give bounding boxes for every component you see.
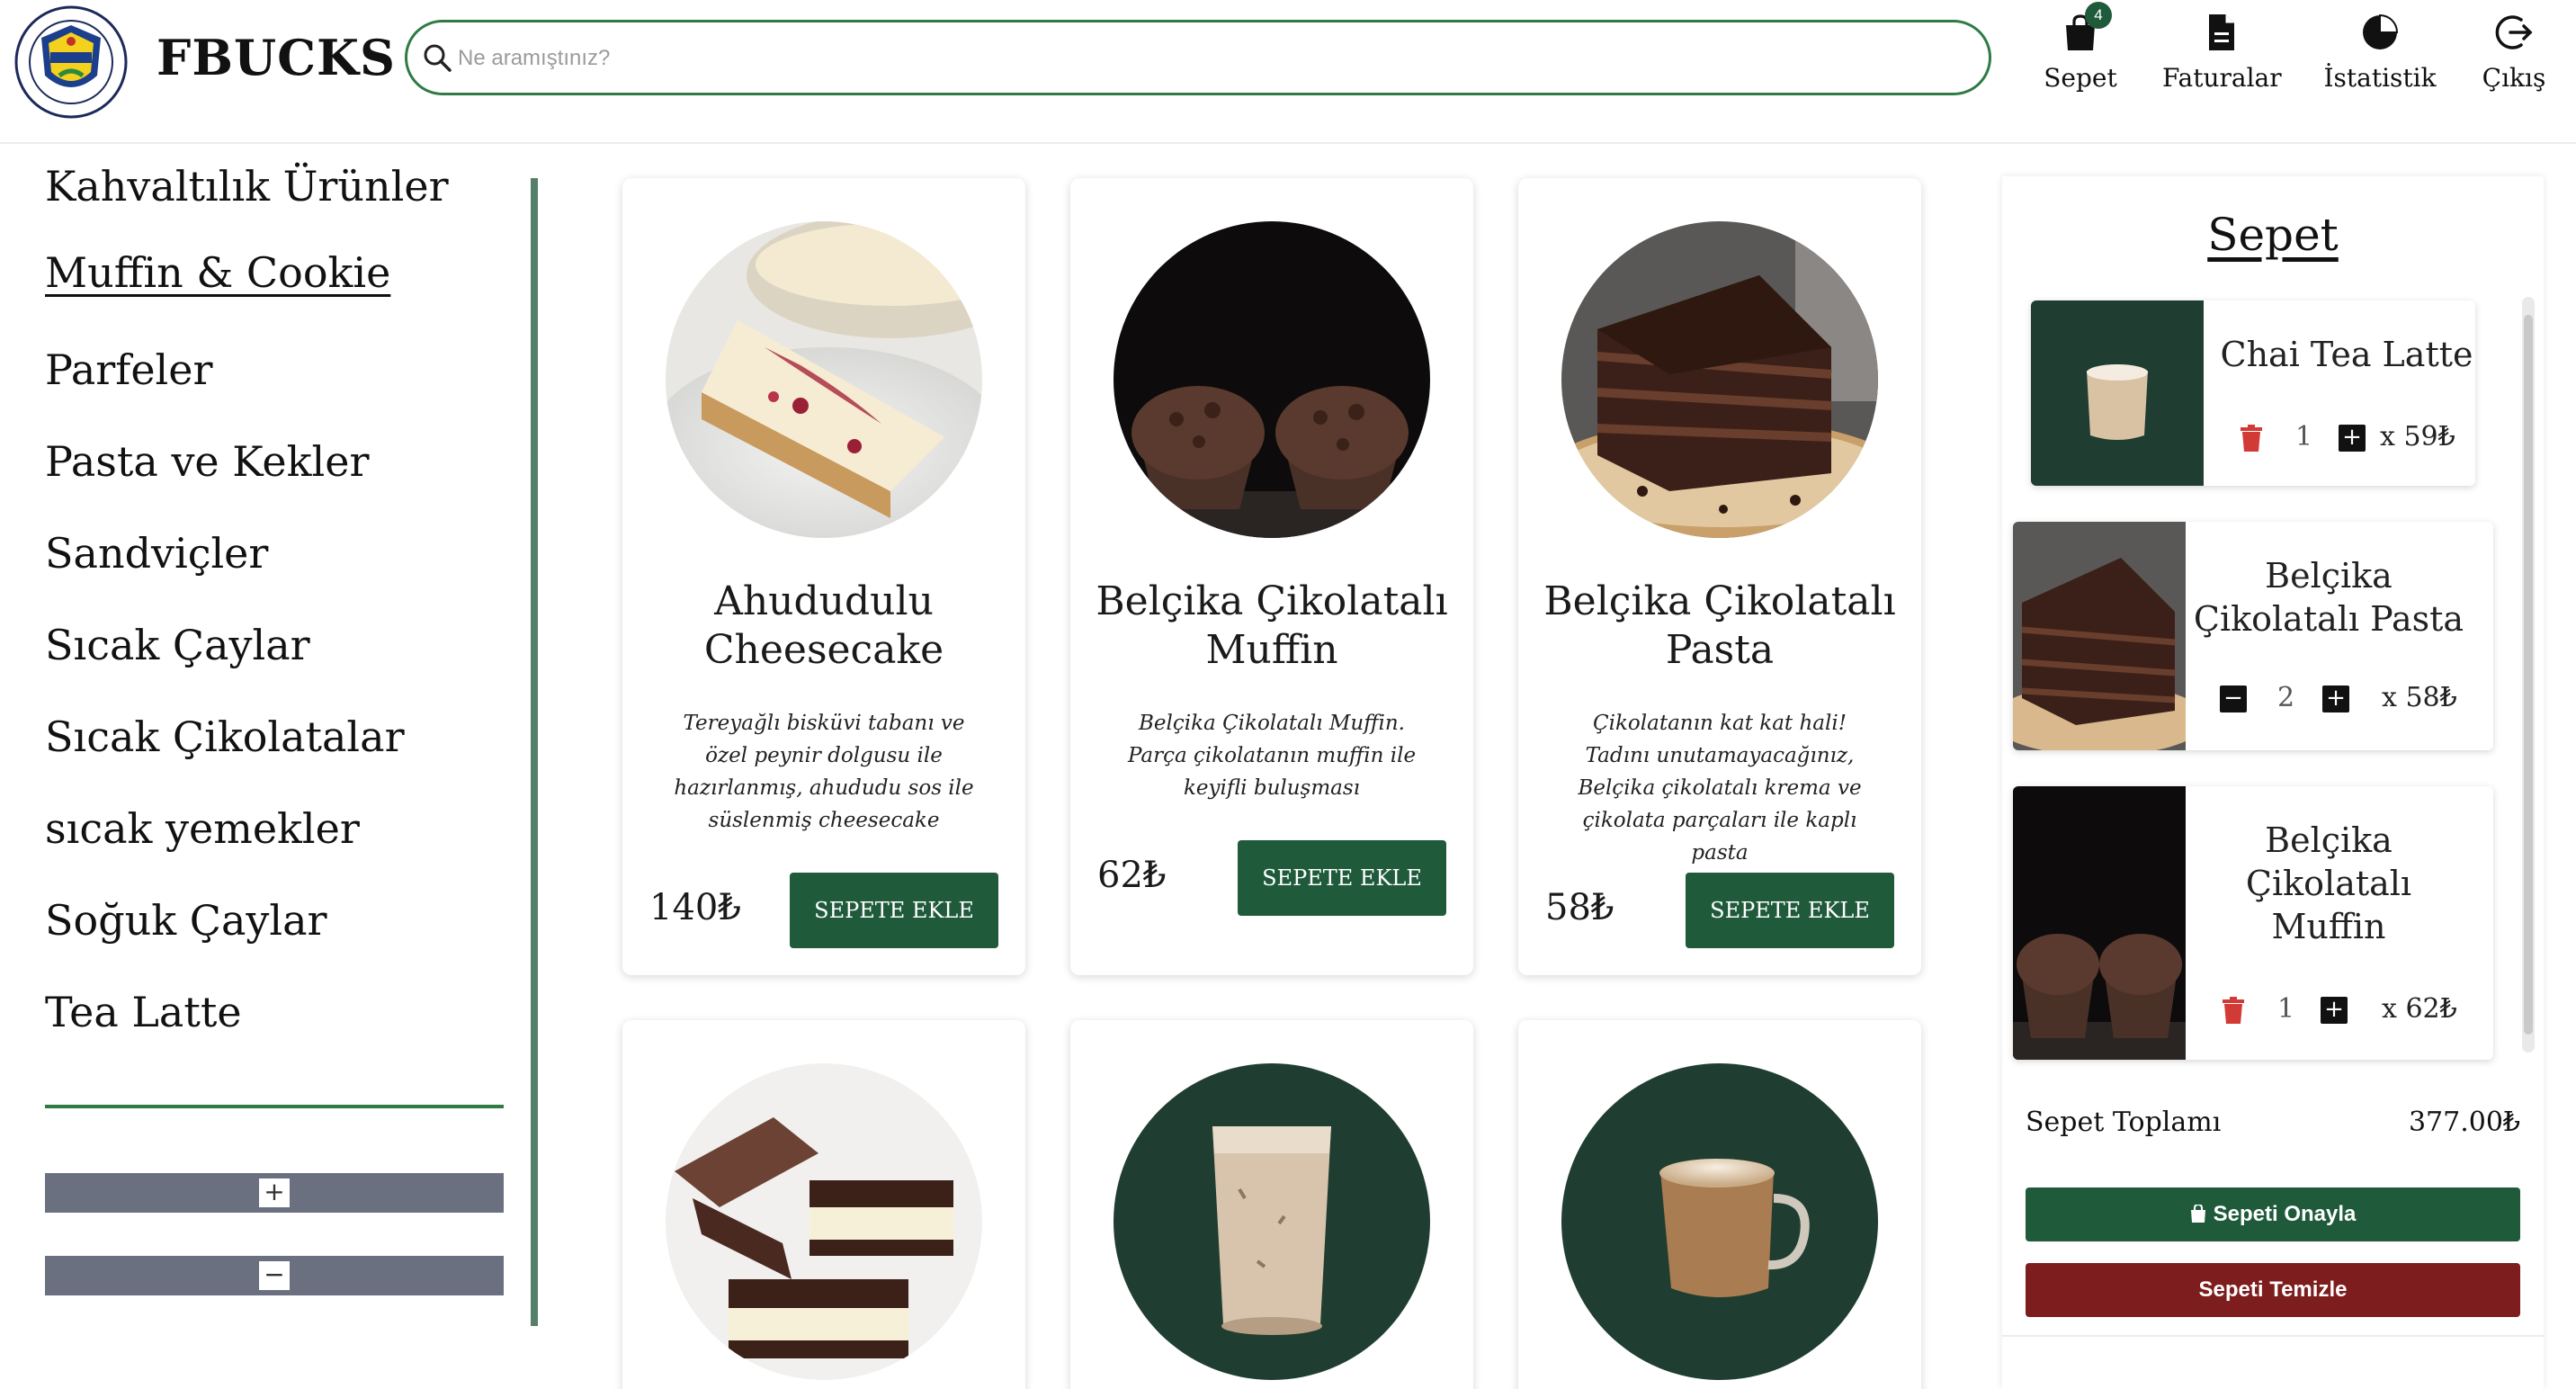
nav-logout[interactable]: Çıkış [2475, 13, 2553, 112]
cart-item-image [2013, 522, 2186, 750]
document-icon [2209, 14, 2234, 50]
category-item-active[interactable]: Muffin & Cookie [45, 248, 390, 297]
product-price: 62₺ [1097, 855, 1167, 896]
nav-logout-label: Çıkış [2482, 63, 2546, 93]
product-price: 58₺ [1545, 887, 1614, 928]
cart-item-name: Belçika Çikolatalı Muffin [2245, 820, 2412, 946]
trash-icon[interactable] [2240, 425, 2263, 452]
product-image-chocolate-cake [1561, 221, 1878, 538]
cart-total-label: Sepet Toplamı [2026, 1107, 2222, 1138]
product-title: Belçika Çikolatalı Pasta [1543, 578, 1896, 673]
cart-item-price: x 58₺ [2382, 682, 2457, 713]
product-card: Belçika Çikolatalı Muffin Belçika Çikola… [1070, 178, 1473, 975]
cart-panel: Sepet Chai Tea Latte 1 + x 59₺ Belçika Ç… [2002, 176, 2544, 1389]
category-item[interactable]: Tea Latte [45, 988, 242, 1036]
cart-item-price: x 59₺ [2380, 421, 2455, 453]
sidebar-divider [45, 1105, 504, 1108]
nav-invoices-label: Faturalar [2162, 63, 2282, 93]
increase-quantity-button[interactable]: + [2339, 425, 2366, 452]
product-image-cheesecake [666, 221, 982, 538]
cart-title: Sepet [2207, 209, 2339, 261]
cart-item-price: x 62₺ [2382, 993, 2457, 1025]
product-price: 140₺ [649, 887, 741, 928]
product-card [1518, 1020, 1921, 1389]
increase-quantity-button[interactable]: + [2321, 997, 2348, 1024]
product-image-muffin [1114, 221, 1430, 538]
logout-icon [2495, 15, 2533, 49]
category-item[interactable]: Soğuk Çaylar [45, 896, 327, 945]
trash-icon[interactable] [2222, 997, 2245, 1024]
product-card [1070, 1020, 1473, 1389]
category-item[interactable]: Sandviçler [45, 529, 268, 578]
search-bar[interactable] [405, 20, 1991, 95]
cart-count-badge: 4 [2085, 2, 2112, 29]
add-to-cart-button[interactable]: SEPETE EKLE [1686, 873, 1894, 948]
cart-item: Belçika Çikolatalı Muffin 1 + x 62₺ [2013, 786, 2493, 1060]
clear-cart-button[interactable]: Sepeti Temizle [2026, 1263, 2520, 1317]
category-item[interactable]: Kahvaltılık Ürünler [45, 162, 449, 211]
category-item[interactable]: Parfeler [45, 345, 212, 394]
product-image-hot-tea-latte [1561, 1063, 1878, 1380]
product-card: Ahududulu Cheesecake Tereyağlı bisküvi t… [622, 178, 1025, 975]
cart-item: Belçika Çikolatalı Pasta − 2 + x 58₺ [2013, 522, 2493, 750]
search-input[interactable] [458, 39, 1897, 78]
cart-item-quantity: 1 [2277, 993, 2295, 1025]
cart-item-name: Belçika Çikolatalı Pasta [2193, 556, 2464, 639]
category-sidebar: Kahvaltılık Ürünler Muffin & Cookie Parf… [0, 146, 543, 1326]
category-item[interactable]: sıcak yemekler [45, 804, 360, 853]
university-logo[interactable] [14, 5, 128, 119]
nav-statistics-label: İstatistik [2323, 63, 2437, 93]
top-header: FBUCKS 4 Sepet Faturalar İstatistik [0, 0, 2576, 144]
category-item[interactable]: Pasta ve Kekler [45, 437, 369, 486]
brand-name: FBUCKS [157, 29, 396, 86]
cart-footer-divider [2002, 1335, 2544, 1337]
sidebar-vertical-divider [531, 178, 538, 1326]
product-title: Ahududulu Cheesecake [703, 578, 944, 673]
cart-item: Chai Tea Latte 1 + x 59₺ [2031, 300, 2475, 486]
product-card: Belçika Çikolatalı Pasta Çikolatanın kat… [1518, 178, 1921, 975]
category-item[interactable]: Sıcak Çaylar [45, 621, 310, 669]
bag-icon [2190, 1203, 2205, 1223]
add-to-cart-button[interactable]: SEPETE EKLE [790, 873, 998, 948]
zoom-out-button[interactable]: − [45, 1256, 504, 1295]
nav-cart-label: Sepet [2044, 63, 2117, 93]
increase-quantity-button[interactable]: + [2322, 686, 2349, 712]
nav-invoices[interactable]: Faturalar [2162, 13, 2282, 112]
cart-item-image [2031, 300, 2204, 486]
zoom-in-button[interactable]: + [45, 1173, 504, 1213]
confirm-cart-button[interactable]: Sepeti Onayla [2026, 1187, 2520, 1241]
cart-item-quantity: 2 [2277, 682, 2295, 713]
product-description: Tereyağlı bisküvi tabanı ve özel peynir … [674, 712, 974, 832]
cart-item-quantity: 1 [2295, 421, 2313, 453]
pie-chart-icon [2363, 13, 2399, 49]
product-description: Çikolatanın kat kat hali! Tadını unutama… [1578, 712, 1862, 865]
nav-cart[interactable]: 4 Sepet [2035, 2, 2126, 112]
cart-item-name: Chai Tea Latte [2220, 335, 2473, 374]
minus-icon: − [259, 1261, 290, 1290]
add-to-cart-button[interactable]: SEPETE EKLE [1238, 840, 1446, 916]
cart-total-value: 377.00₺ [2408, 1107, 2520, 1138]
cart-item-image [2013, 786, 2186, 1060]
product-card [622, 1020, 1025, 1389]
decrease-quantity-button[interactable]: − [2220, 686, 2247, 712]
product-description: Belçika Çikolatalı Muffin. Parça çikolat… [1127, 712, 1417, 800]
product-image-chocolate-bar [666, 1063, 982, 1380]
product-image-iced-tea-latte [1114, 1063, 1430, 1380]
plus-icon: + [259, 1178, 290, 1207]
product-title: Belçika Çikolatalı Muffin [1096, 578, 1448, 673]
confirm-cart-label: Sepeti Onayla [2213, 1202, 2357, 1226]
category-item[interactable]: Sıcak Çikolatalar [45, 712, 405, 761]
cart-scrollbar[interactable] [2522, 297, 2535, 1053]
search-icon [424, 44, 452, 72]
nav-statistics[interactable]: İstatistik [2322, 13, 2437, 112]
